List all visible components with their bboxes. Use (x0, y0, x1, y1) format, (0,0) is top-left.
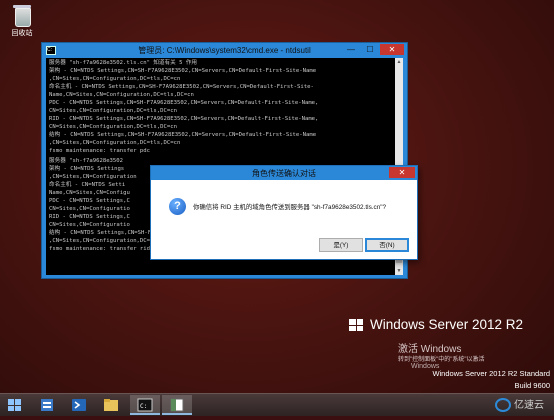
close-button[interactable]: ✕ (380, 44, 404, 55)
scroll-down-arrow-icon[interactable]: ▼ (395, 267, 403, 275)
watermark-text: 亿速云 (514, 400, 544, 411)
product-name: Windows Server 2012 R2 (370, 317, 524, 332)
console-line: RID - CN=NTDS Settings,CN=SH-F7A9628E350… (49, 116, 319, 122)
console-line: PDC - CN=NTDS Settings,C (49, 198, 130, 204)
console-line: PDC - CN=NTDS Settings,CN=SH-F7A9628E350… (49, 100, 319, 106)
console-line: CN=Sites,CN=Configuration,DC=tls,DC=cn (49, 124, 177, 130)
taskbar-file-explorer[interactable] (96, 395, 126, 415)
cmd-titlebar[interactable]: C: 管理员: C:\Windows\system32\cmd.exe - nt… (42, 43, 407, 57)
console-line: 架构 - CN=NTDS Settings (49, 166, 125, 172)
edition-label: Windows Server 2012 R2 Standard (432, 369, 550, 378)
taskbar: C: (0, 393, 554, 416)
cmd-icon: C: (137, 398, 153, 412)
minimize-button[interactable]: — (342, 44, 360, 55)
console-line: RID - CN=NTDS Settings,C (49, 214, 130, 220)
taskbar-powershell[interactable] (64, 395, 94, 415)
recycle-bin-icon (13, 4, 31, 27)
dialog-close-button[interactable]: ✕ (389, 167, 415, 178)
folder-icon (104, 399, 118, 411)
dialog-titlebar[interactable]: 角色传送确认对话 ✕ (151, 166, 417, 180)
console-line: 命名主机 - CN=NTDS Settings,CN=SH-F7A9628E35… (49, 84, 314, 90)
watermark-logo-icon (495, 398, 511, 413)
server-manager-icon (41, 399, 53, 411)
console-line: 架构 - CN=NTDS Settings,CN=SH-F7A9628E3502… (49, 68, 317, 74)
console-line: 服务器 "sh-f7a9628e3502 (49, 158, 124, 164)
powershell-icon (72, 399, 86, 411)
recycle-bin-label: 回收站 (11, 30, 33, 37)
scroll-up-arrow-icon[interactable]: ▲ (395, 58, 403, 66)
recycle-bin[interactable]: 回收站 (4, 4, 40, 38)
build-label: Build 9600 (514, 381, 550, 390)
dialog-title: 角色传送确认对话 (252, 169, 316, 178)
console-line: CN=Sites,CN=Configuration,DC=tls,DC=cn (49, 108, 177, 114)
taskbar-server-manager[interactable] (32, 395, 62, 415)
console-line: CN=Sites,CN=Configuratio (49, 222, 130, 228)
watermark: 亿速云 (495, 396, 544, 413)
start-button[interactable] (0, 395, 30, 415)
console-line: 结构 - CN=NTDS Settings,CN=SH-F7A9628E3502… (49, 132, 317, 138)
console-line: CN=Sites,CN=Configuratio (49, 206, 130, 212)
console-line: Name,CN=Sites,CN=Configuration,DC=tls,DC… (49, 92, 194, 98)
console-line: ,CN=Sites,CN=Configuration (49, 174, 137, 180)
windows-logo-icon (349, 319, 364, 332)
dialog-window-icon (170, 398, 184, 412)
console-line: fsmo maintenance: transfer pdc (49, 148, 151, 154)
dialog-body: ? 你确信将 RID 主机的域角色传送到服务器 "sh-f7a9628e3502… (157, 180, 411, 252)
console-line: 服务器 "sh-f7a9628e3502.tls.cn" 知道有关 5 作用 (49, 60, 198, 66)
activate-windows-hint: 转到"控制面板"中的"系统"以激活 (398, 357, 485, 363)
no-button[interactable]: 否(N) (365, 238, 409, 252)
role-transfer-dialog: 角色传送确认对话 ✕ ? 你确信将 RID 主机的域角色传送到服务器 "sh-f… (150, 165, 418, 260)
console-line: ,CN=Sites,CN=Configuration,DC=tls,DC=cn (49, 76, 181, 82)
maximize-button[interactable]: ☐ (361, 44, 379, 55)
activate-windows-title: 激活 Windows (398, 344, 462, 355)
windows-start-icon (8, 399, 21, 411)
yes-button[interactable]: 是(Y) (319, 238, 363, 252)
console-line: 命名主机 - CN=NTDS Setti (49, 182, 126, 188)
console-line: ,CN=Sites,CN=Configuration,DC=tls,DC=cn (49, 140, 181, 146)
taskbar-cmd[interactable]: C: (130, 395, 160, 415)
svg-text:C:: C: (140, 403, 147, 410)
console-line: Name,CN=Sites,CN=Configu (49, 190, 130, 196)
question-icon: ? (169, 198, 186, 215)
taskbar-dialog[interactable] (162, 395, 192, 415)
dialog-message: 你确信将 RID 主机的域角色传送到服务器 "sh-f7a9628e3502.t… (193, 204, 387, 211)
